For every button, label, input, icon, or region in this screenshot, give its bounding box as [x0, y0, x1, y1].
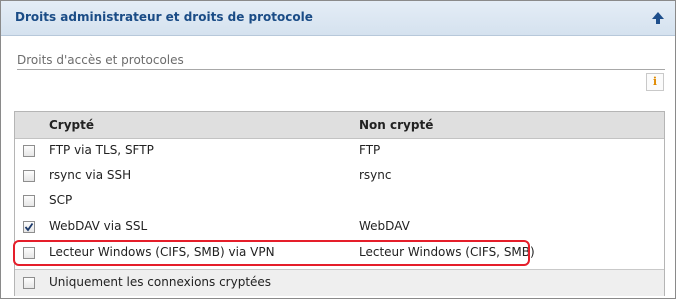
- collapse-arrow-up-icon[interactable]: [651, 11, 665, 25]
- checkbox-webdav-ssl[interactable]: [23, 221, 35, 233]
- row-encrypted-label: WebDAV via SSL: [49, 219, 148, 233]
- info-icon: i: [652, 75, 658, 88]
- row-unencrypted-label: rsync: [359, 168, 392, 182]
- row-unencrypted-label: WebDAV: [359, 219, 410, 233]
- checkbox-ftp-tls[interactable]: [23, 145, 35, 157]
- highlight-frame: [13, 240, 530, 266]
- protocol-table: Crypté Non crypté FTP via TLS, SFTP FTP …: [13, 111, 665, 296]
- section-divider: [17, 69, 665, 70]
- panel-header: Droits administrateur et droits de proto…: [1, 1, 675, 36]
- encrypted-only-label: Uniquement les connexions cryptées: [49, 275, 272, 289]
- column-header-unencrypted: Non crypté: [359, 118, 434, 132]
- checkbox-scp[interactable]: [23, 195, 35, 207]
- checkbox-encrypted-only[interactable]: [23, 277, 35, 289]
- row-encrypted-label: rsync via SSH: [49, 168, 132, 182]
- admin-protocol-rights-panel: Droits administrateur et droits de proto…: [0, 0, 676, 299]
- checkmark-icon: [24, 222, 34, 232]
- table-row: FTP via TLS, SFTP FTP: [15, 139, 664, 163]
- table-row: SCP: [15, 189, 664, 213]
- section-label: Droits d'accès et protocoles: [17, 53, 184, 67]
- row-encrypted-label: FTP via TLS, SFTP: [49, 143, 154, 157]
- column-header-encrypted: Crypté: [49, 118, 95, 132]
- info-button[interactable]: i: [646, 73, 664, 91]
- panel-title: Droits administrateur et droits de proto…: [15, 10, 313, 24]
- row-encrypted-label: SCP: [49, 193, 73, 207]
- table-row: rsync via SSH rsync: [15, 164, 664, 188]
- row-unencrypted-label: FTP: [359, 143, 381, 157]
- encrypted-only-row: Uniquement les connexions cryptées: [15, 269, 664, 296]
- table-row: WebDAV via SSL WebDAV: [15, 215, 664, 239]
- table-header: Crypté Non crypté: [15, 112, 664, 139]
- checkbox-rsync-ssh[interactable]: [23, 170, 35, 182]
